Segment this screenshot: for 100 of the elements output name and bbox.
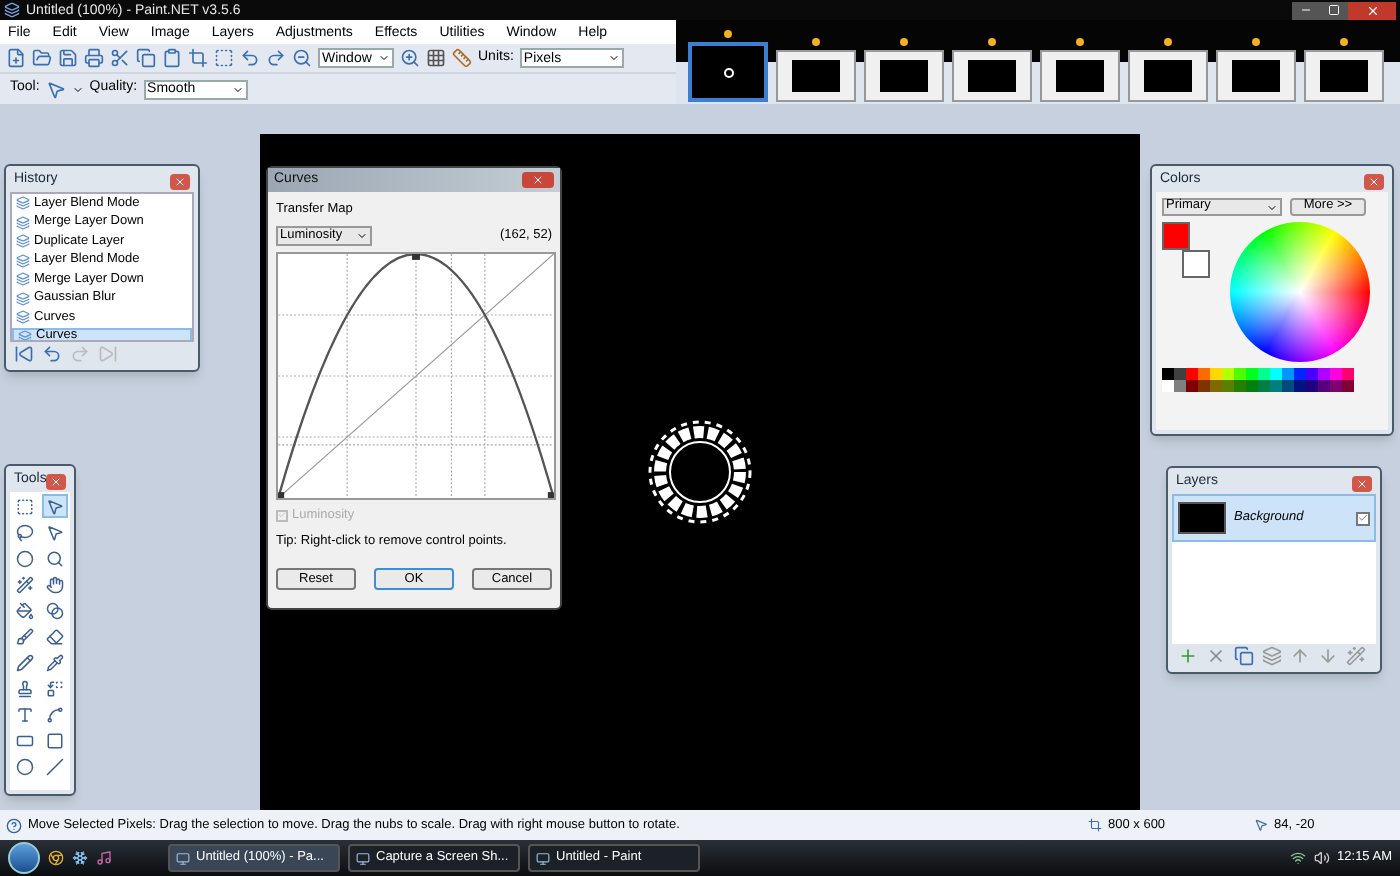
network-icon[interactable] bbox=[1289, 850, 1306, 866]
move-up-icon[interactable] bbox=[1290, 646, 1310, 666]
new-file-icon[interactable] bbox=[6, 48, 26, 68]
palette-swatch[interactable] bbox=[1294, 368, 1306, 380]
palette-swatch[interactable] bbox=[1234, 368, 1246, 380]
minimize-button[interactable] bbox=[1292, 1, 1320, 19]
delete-layer-icon[interactable] bbox=[1206, 646, 1226, 666]
layers-icon[interactable] bbox=[16, 291, 30, 306]
caret-icon[interactable] bbox=[607, 52, 620, 64]
image-thumbnail[interactable] bbox=[864, 50, 944, 102]
palette-swatch[interactable] bbox=[1246, 380, 1258, 392]
palette-swatch[interactable] bbox=[1186, 380, 1198, 392]
palette-swatch[interactable] bbox=[1258, 380, 1270, 392]
close-icon[interactable] bbox=[1368, 175, 1380, 187]
palette-swatch[interactable] bbox=[1234, 380, 1246, 392]
caret-icon[interactable] bbox=[356, 229, 368, 242]
maximize-button[interactable] bbox=[1320, 1, 1348, 19]
close-button[interactable] bbox=[1352, 475, 1372, 491]
close-button[interactable] bbox=[46, 473, 66, 489]
caret-icon[interactable] bbox=[71, 83, 84, 95]
media-icon[interactable] bbox=[96, 850, 112, 866]
cut-icon[interactable] bbox=[110, 48, 130, 68]
palette-swatch[interactable] bbox=[1306, 380, 1318, 392]
duplicate-layer-icon[interactable] bbox=[1234, 646, 1254, 666]
caret-icon[interactable] bbox=[1266, 201, 1278, 213]
caret-icon[interactable] bbox=[378, 52, 390, 64]
palette-swatch[interactable] bbox=[1246, 368, 1258, 380]
layers-icon[interactable] bbox=[16, 272, 30, 287]
close-icon[interactable] bbox=[532, 174, 544, 186]
image-thumbnail[interactable] bbox=[1128, 50, 1208, 102]
volume-icon[interactable] bbox=[1313, 850, 1330, 866]
add-layer-icon[interactable] bbox=[1178, 646, 1198, 666]
palette-swatch[interactable] bbox=[1162, 368, 1174, 380]
palette-swatch[interactable] bbox=[1162, 380, 1174, 392]
move-down-icon[interactable] bbox=[1318, 646, 1338, 666]
close-button[interactable] bbox=[1364, 173, 1384, 189]
rewind-icon[interactable] bbox=[14, 344, 34, 364]
palette-swatch[interactable] bbox=[1186, 368, 1198, 380]
primary-color-swatch[interactable] bbox=[1162, 222, 1190, 250]
palette-swatch[interactable] bbox=[1174, 380, 1186, 392]
close-icon[interactable] bbox=[1365, 3, 1379, 17]
zoom-out-icon[interactable] bbox=[292, 48, 312, 68]
copy-icon[interactable] bbox=[136, 48, 156, 68]
palette-swatch[interactable] bbox=[1258, 368, 1270, 380]
open-folder-icon[interactable] bbox=[32, 48, 52, 68]
properties-icon[interactable] bbox=[1346, 646, 1366, 666]
close-icon[interactable] bbox=[1356, 477, 1368, 489]
palette-swatch[interactable] bbox=[1222, 368, 1234, 380]
image-thumbnail[interactable] bbox=[776, 50, 856, 102]
palette-swatch[interactable] bbox=[1318, 380, 1330, 392]
curves-graph-drawing[interactable] bbox=[276, 251, 556, 500]
close-icon[interactable] bbox=[174, 175, 186, 187]
layers-icon[interactable] bbox=[16, 196, 30, 211]
layers-icon[interactable] bbox=[18, 329, 32, 340]
redo-icon[interactable] bbox=[266, 48, 286, 68]
close-button[interactable] bbox=[170, 173, 190, 189]
undo-icon[interactable] bbox=[240, 48, 260, 68]
palette-swatch[interactable] bbox=[1318, 368, 1330, 380]
image-thumbnail[interactable] bbox=[688, 42, 768, 102]
image-thumbnail[interactable] bbox=[1216, 50, 1296, 102]
grid-icon[interactable] bbox=[426, 48, 446, 68]
palette-swatch[interactable] bbox=[1174, 368, 1186, 380]
palette-swatch[interactable] bbox=[1294, 380, 1306, 392]
layers-icon[interactable] bbox=[16, 215, 30, 230]
close-button[interactable] bbox=[1348, 1, 1396, 19]
maximize-icon[interactable] bbox=[1328, 4, 1340, 16]
palette-swatch[interactable] bbox=[1198, 380, 1210, 392]
palette-swatch[interactable] bbox=[1270, 380, 1282, 392]
palette-swatch[interactable] bbox=[1306, 368, 1318, 380]
palette-swatch[interactable] bbox=[1330, 368, 1342, 380]
palette-swatch[interactable] bbox=[1282, 380, 1294, 392]
caret-icon[interactable] bbox=[231, 83, 244, 95]
palette-swatch[interactable] bbox=[1330, 380, 1342, 392]
print-icon[interactable] bbox=[84, 48, 104, 68]
palette-swatch[interactable] bbox=[1342, 368, 1354, 380]
palette-swatch[interactable] bbox=[1210, 380, 1222, 392]
palette-swatch[interactable] bbox=[1342, 380, 1354, 392]
start-button[interactable] bbox=[8, 842, 40, 874]
merge-layer-icon[interactable] bbox=[1262, 646, 1282, 666]
paste-icon[interactable] bbox=[162, 48, 182, 68]
save-icon[interactable] bbox=[58, 48, 78, 68]
undo-icon[interactable] bbox=[42, 344, 62, 364]
palette-swatch[interactable] bbox=[1222, 380, 1234, 392]
close-icon[interactable] bbox=[50, 475, 63, 487]
image-thumbnail[interactable] bbox=[1040, 50, 1120, 102]
palette-swatch[interactable] bbox=[1270, 368, 1282, 380]
snowflake-icon[interactable] bbox=[72, 850, 88, 866]
palette-swatch[interactable] bbox=[1282, 368, 1294, 380]
zoom-in-icon[interactable] bbox=[400, 48, 420, 68]
palette-swatch[interactable] bbox=[1210, 368, 1222, 380]
ruler-icon[interactable] bbox=[452, 48, 472, 68]
deselect-icon[interactable] bbox=[214, 48, 234, 68]
image-thumbnail[interactable] bbox=[952, 50, 1032, 102]
layers-icon[interactable] bbox=[16, 310, 30, 325]
secondary-color-swatch[interactable] bbox=[1182, 250, 1210, 278]
layers-icon[interactable] bbox=[16, 253, 30, 268]
image-thumbnail[interactable] bbox=[1304, 50, 1384, 102]
browser-icon[interactable] bbox=[48, 850, 64, 866]
layers-icon[interactable] bbox=[16, 234, 30, 249]
close-button[interactable] bbox=[522, 172, 554, 188]
